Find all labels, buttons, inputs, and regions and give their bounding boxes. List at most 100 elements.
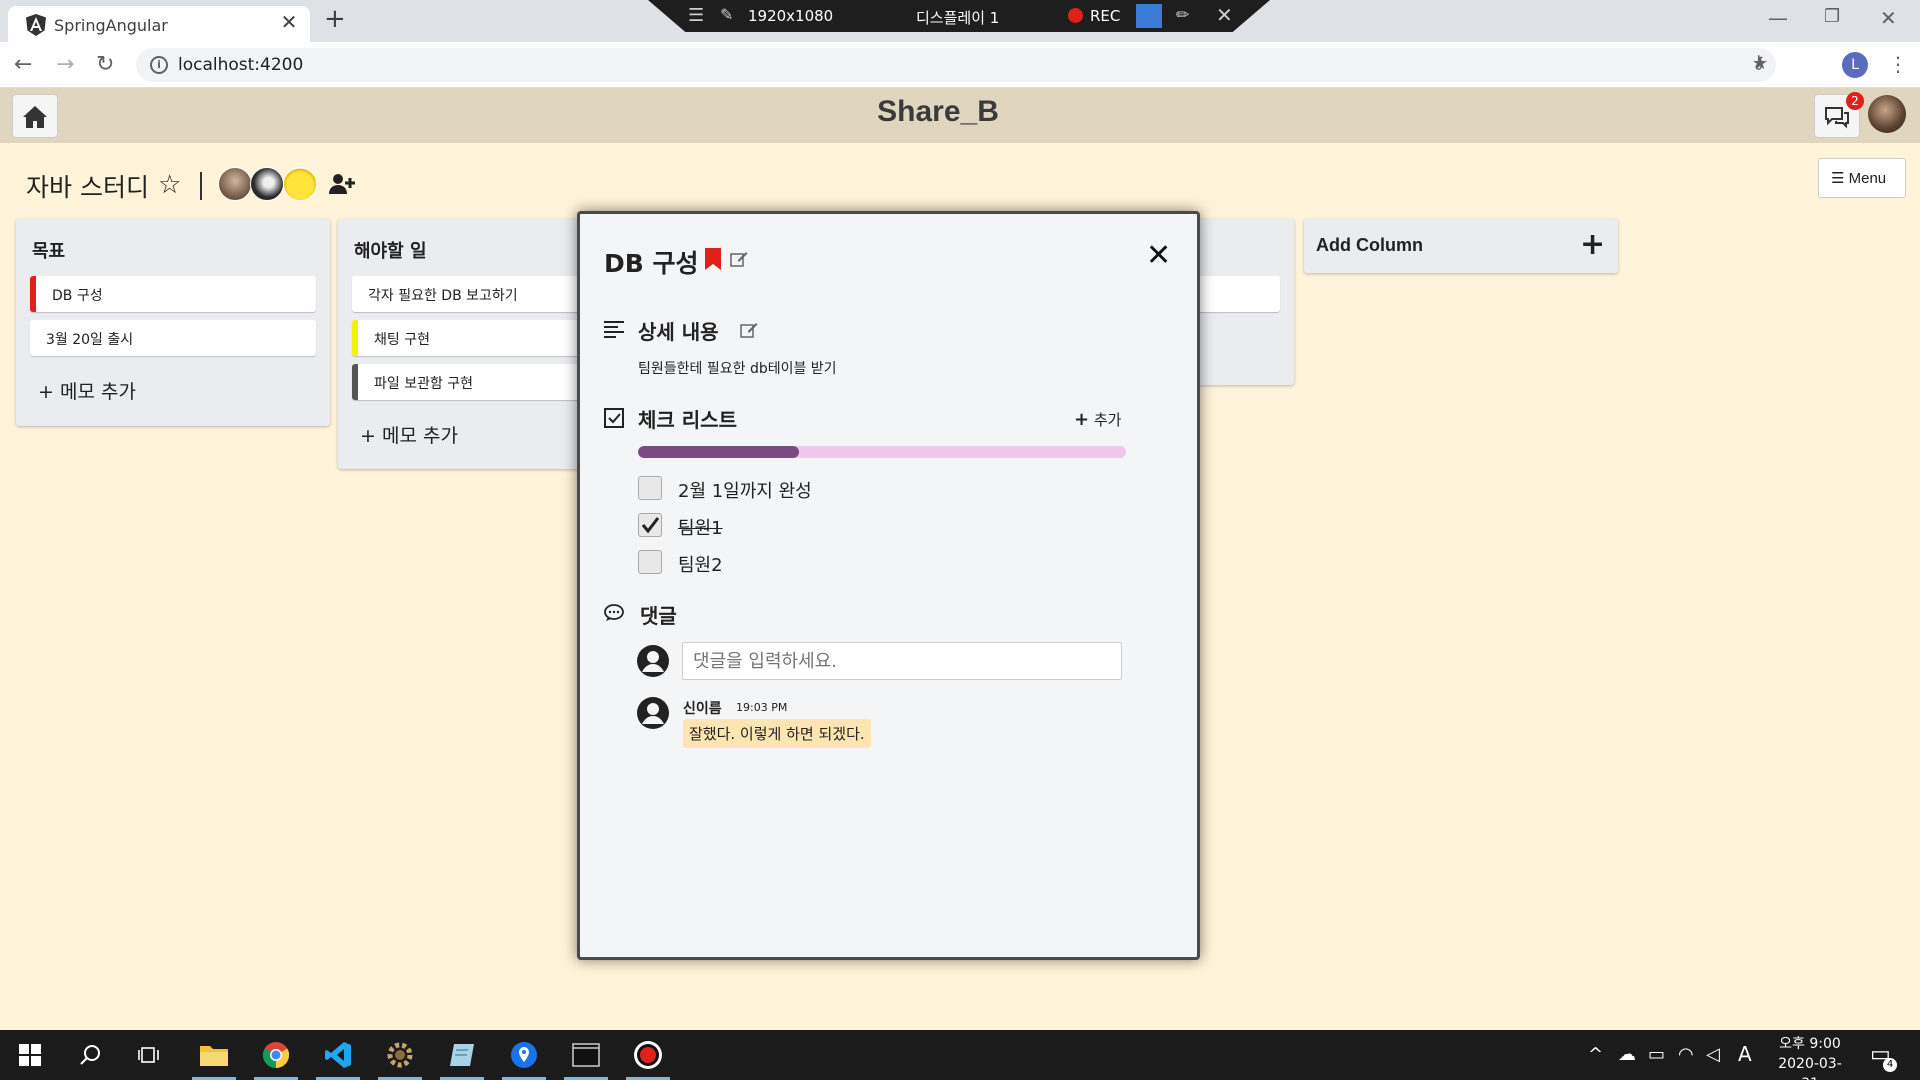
user-avatar[interactable] [1868,95,1906,133]
action-center-badge: 4 [1883,1058,1897,1072]
comment-input[interactable] [682,642,1122,680]
app-title: Share_B [877,95,999,128]
add-column-button[interactable]: Add Column + [1304,219,1618,273]
windows-taskbar: ^ ☁ ▭ ◠ ◁ A 오후 9:00 2020-03-31 ▭ 4 [0,1030,1920,1080]
record-icon [634,1041,662,1069]
comment-author-avatar-icon [636,696,670,730]
window-close-icon[interactable]: ✕ [1880,6,1897,30]
recorder-close-icon[interactable]: ✕ [1216,3,1233,27]
checklist-checkbox[interactable] [638,476,662,500]
add-member-icon[interactable] [328,172,356,196]
card-text: 채팅 구현 [374,332,430,348]
column-title: 목표 [32,241,66,262]
recorder-pin-icon[interactable]: ✎ [720,5,733,24]
file-explorer-app[interactable] [186,1030,242,1080]
reload-icon[interactable]: ↻ [96,52,114,77]
checklist-item-label: 팀원1 [678,518,723,539]
vscode-app[interactable] [310,1030,366,1080]
recorder-app[interactable] [620,1030,676,1080]
recorder-camera-button[interactable] [1136,4,1162,28]
vscode-icon [325,1042,351,1068]
task-view-button[interactable] [122,1030,178,1080]
hamburger-icon: ☰ [1831,170,1849,187]
key-icon[interactable]: ⚷ [1752,52,1765,73]
task-card[interactable]: 3월 20일 출시 [30,320,316,356]
minimize-icon[interactable]: — [1768,6,1788,30]
browser-profile-avatar[interactable]: L [1842,52,1868,78]
url-text[interactable]: localhost:4200 [178,55,303,75]
clock[interactable]: 오후 9:00 2020-03-31 [1770,1034,1850,1080]
chrome-app[interactable] [248,1030,304,1080]
member-avatar[interactable] [283,167,317,201]
folder-icon [200,1046,228,1066]
description-icon [604,320,624,338]
ime-indicator[interactable]: A [1738,1042,1752,1066]
checklist-checkbox[interactable] [638,513,662,537]
checklist-progress-bar [638,446,1126,458]
show-hidden-icons-icon[interactable]: ^ [1588,1044,1603,1065]
app-header: Share_B 2 [0,88,1920,143]
modal-close-icon[interactable]: ✕ [1146,238,1171,273]
recorder-menu-icon[interactable]: ☰ [688,5,704,26]
checklist-checkbox[interactable] [638,550,662,574]
omnibox[interactable]: i localhost:4200 ★ [136,48,1776,82]
forward-arrow-icon[interactable]: → [56,52,74,77]
card-text: DB 구성 [52,288,103,304]
member-avatar[interactable] [218,167,252,201]
comment-author: 신이름 [683,701,722,717]
comment-time: 19:03 PM [736,701,788,714]
windows-logo-icon [19,1044,41,1066]
add-column-label: Add Column [1316,235,1423,255]
progress-fill [638,446,800,458]
current-user-avatar-icon [636,644,670,678]
record-dot-icon [1068,8,1083,23]
notes-app[interactable] [434,1030,490,1080]
recorder-rec-label: REC [1090,7,1121,25]
board-column: 목표 DB 구성 3월 20일 출시 + 메모 추가 [16,219,330,426]
settings-app[interactable] [372,1030,428,1080]
browser-tab-bar: SpringAngular ✕ + ☰ ✎ 1920x1080 디스플레이 1 … [0,0,1920,42]
battery-icon[interactable]: ▭ [1648,1044,1665,1065]
plus-icon: + [1580,227,1606,262]
checklist-add-button[interactable]: + 추가 [1074,409,1121,430]
card-color-label [30,276,36,312]
column-title: 해야할 일 [354,241,427,262]
wifi-icon[interactable]: ◠ [1678,1044,1694,1065]
description-text[interactable]: 팀원들한테 필요한 db테이블 받기 [638,358,837,378]
recorder-display: 디스플레이 1 [916,9,1000,27]
start-button[interactable] [2,1030,58,1080]
browser-tab[interactable]: SpringAngular ✕ [8,6,310,42]
bookmark-icon[interactable] [705,248,721,270]
maps-app[interactable] [496,1030,552,1080]
terminal-app[interactable] [558,1030,614,1080]
edit-description-icon[interactable] [740,321,758,339]
card-text: 3월 20일 출시 [46,332,134,348]
checklist-icon [604,408,624,428]
comment-text[interactable]: 잘했다. 이렇게 하면 되겠다. [683,719,871,748]
chat-icon [1825,107,1849,129]
site-info-icon[interactable]: i [150,56,168,74]
add-memo-button[interactable]: + 메모 추가 [360,421,458,448]
recorder-pen-icon[interactable]: ✏ [1176,5,1189,24]
search-button[interactable] [62,1030,118,1080]
screen-recorder-bar: ☰ ✎ 1920x1080 디스플레이 1 REC ✏ ✕ [648,0,1270,32]
onedrive-icon[interactable]: ☁ [1618,1044,1636,1065]
tab-close-icon[interactable]: ✕ [278,12,300,34]
task-card[interactable]: DB 구성 [30,276,316,312]
restore-icon[interactable]: ❐ [1824,6,1840,27]
back-arrow-icon[interactable]: ← [14,52,32,77]
card-detail-modal: DB 구성 ✕ 상세 내용 팀원들한테 필요한 db테이블 받기 체크 리스트 … [577,211,1200,960]
tab-title: SpringAngular [54,16,168,35]
plus-icon: + [1074,409,1090,430]
add-memo-button[interactable]: + 메모 추가 [38,377,136,404]
edit-title-icon[interactable] [730,250,748,268]
member-avatar[interactable] [250,167,284,201]
new-tab-button[interactable]: + [324,4,346,34]
recorder-resolution: 1920x1080 [748,7,834,25]
browser-menu-icon[interactable]: ⋮ [1888,52,1908,76]
checklist-item-label: 팀원2 [678,555,723,576]
board-menu-button[interactable]: ☰ Menu [1818,158,1906,198]
clock-date: 2020-03-31 [1778,1056,1842,1080]
star-icon[interactable]: ☆ [158,170,181,200]
volume-icon[interactable]: ◁ [1706,1044,1720,1065]
